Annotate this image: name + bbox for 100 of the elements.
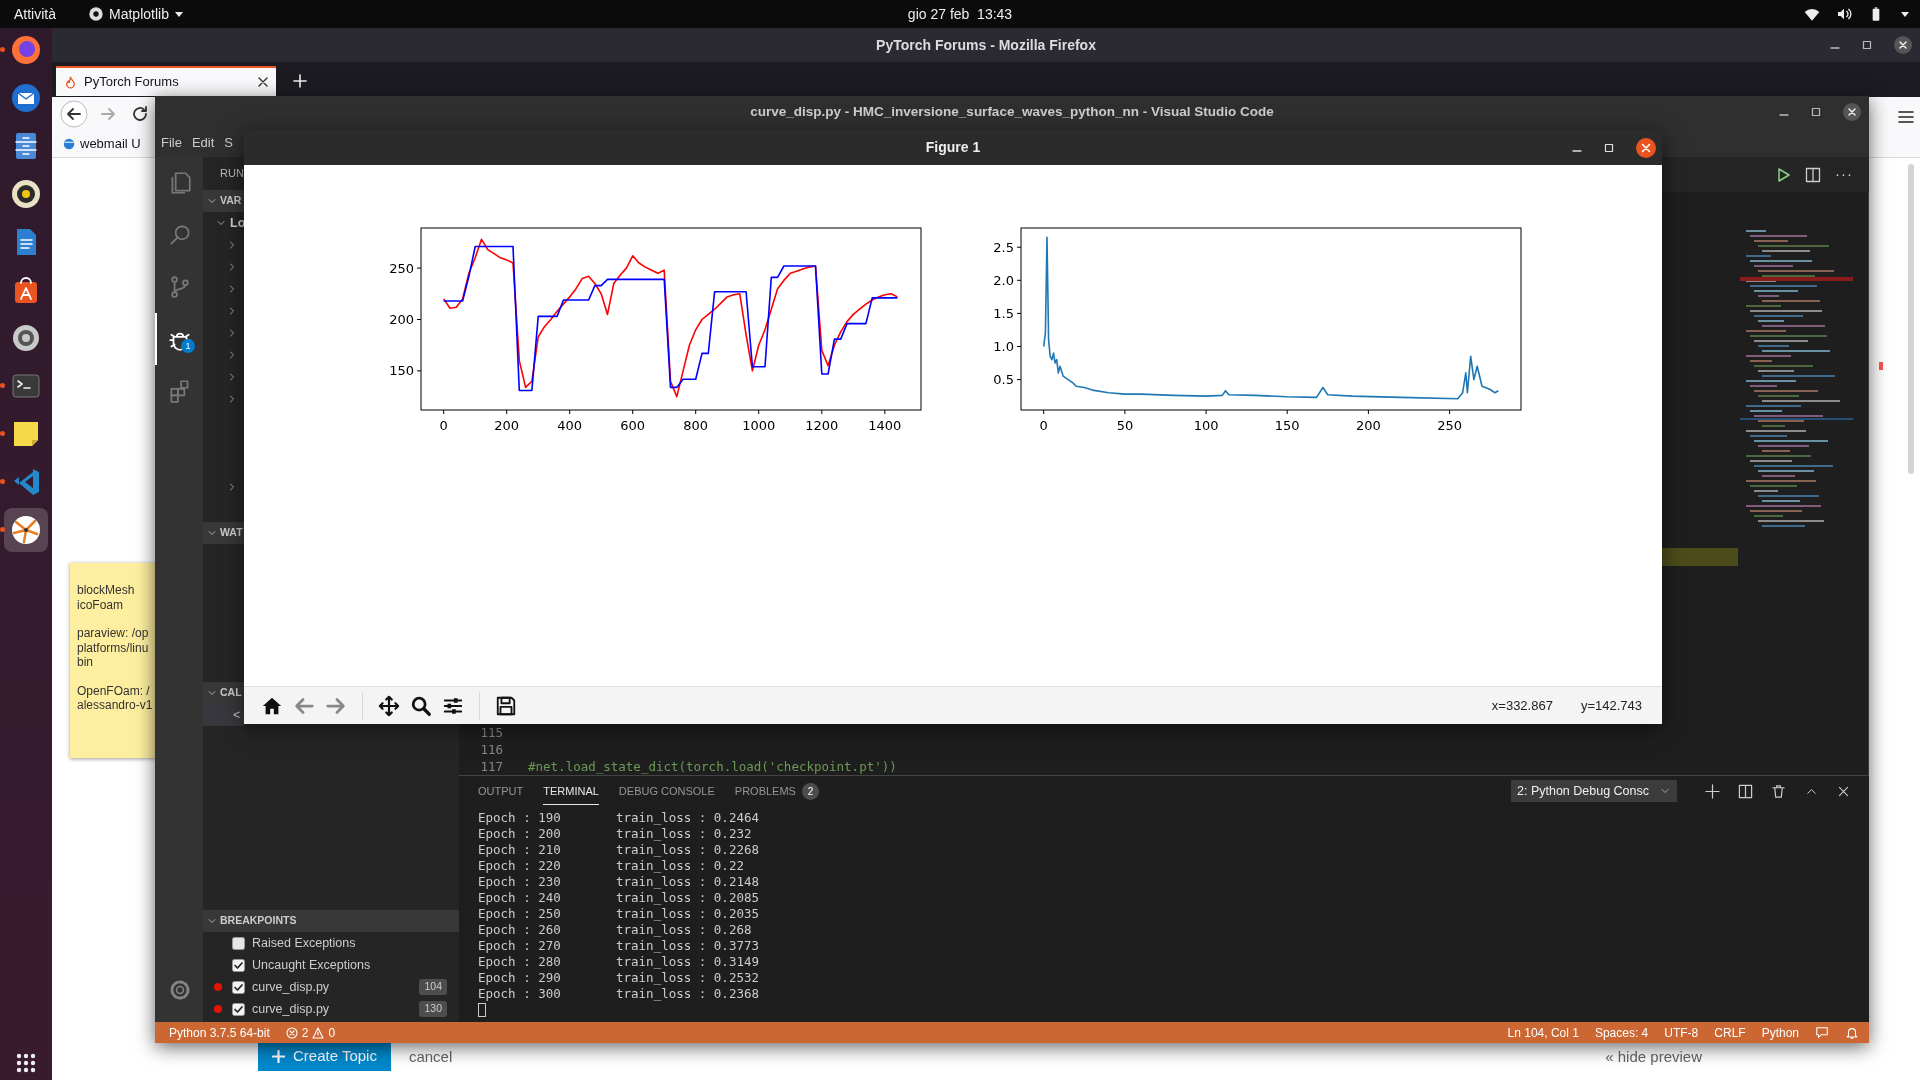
flame-icon <box>64 75 77 89</box>
section-header[interactable]: VAR <box>203 190 244 212</box>
count-badge: 2 <box>801 782 819 800</box>
save-icon[interactable] <box>495 694 517 717</box>
split-editor-icon[interactable] <box>1805 166 1821 183</box>
restore-icon[interactable] <box>1862 40 1872 50</box>
plus-icon[interactable] <box>1705 783 1720 799</box>
coordinate-readout: x=332.867 <box>1491 696 1553 715</box>
create-topic-button[interactable]: Create Topic <box>258 1042 391 1071</box>
close-icon[interactable] <box>1894 36 1912 54</box>
terminal-cursor <box>478 1003 486 1017</box>
warning-icon <box>312 1026 325 1039</box>
menu-item[interactable]: S <box>224 132 234 153</box>
new-tab-icon[interactable] <box>292 73 308 89</box>
split-icon[interactable] <box>1738 783 1753 799</box>
menu-item[interactable]: File <box>161 132 182 153</box>
app-menu[interactable]: Matplotlib <box>84 3 188 25</box>
tick-label: 0.5 <box>993 372 1014 388</box>
line-number: 130 <box>419 1001 447 1017</box>
note-text: icoFoam <box>77 597 124 612</box>
interpreter-status[interactable]: Python 3.7.5 64-bit <box>169 1023 270 1042</box>
maximize-icon[interactable] <box>1604 142 1614 153</box>
status-item[interactable]: Ln 104, Col 1 <box>1507 1023 1579 1042</box>
line-number: 117 <box>479 758 503 775</box>
breakpoint-dot <box>213 982 223 992</box>
tick-label: 800 <box>683 418 709 433</box>
tick-label: 0 <box>439 418 448 433</box>
tick-label: 1200 <box>805 418 839 433</box>
volume-icon <box>1836 6 1852 22</box>
clock[interactable]: gio 27 feb 13:43 <box>903 3 1017 25</box>
gear-icon <box>10 322 42 354</box>
app-grid-icon[interactable] <box>15 1052 37 1074</box>
mail-icon <box>10 82 42 114</box>
menu-item[interactable]: Edit <box>191 132 215 153</box>
play-icon[interactable] <box>1775 166 1791 183</box>
checkbox[interactable] <box>232 980 245 994</box>
breakpoint-label: curve_disp.py <box>252 1000 331 1018</box>
status-item[interactable]: Spaces: 4 <box>1594 1023 1649 1042</box>
close-icon[interactable] <box>1837 784 1850 798</box>
checkbox[interactable] <box>232 1002 245 1016</box>
tick-label: 150 <box>389 363 414 379</box>
tick-label: 1400 <box>868 418 902 433</box>
tick-label: 200 <box>389 312 414 327</box>
hide-preview-link[interactable]: « hide preview <box>1605 1042 1702 1069</box>
error-count[interactable]: 2 <box>301 1023 309 1042</box>
browser-tab[interactable]: PyTorch Forums <box>56 66 276 96</box>
close-icon[interactable] <box>258 77 268 87</box>
terminal-text: train_loss : 0.2532 <box>616 970 759 986</box>
section-header[interactable]: BREAKPOINTS <box>203 910 459 932</box>
panel-tab[interactable]: OUTPUT <box>478 776 524 806</box>
terminal-text: train_loss : 0.268 <box>616 922 752 938</box>
line-number: 115 <box>479 724 503 741</box>
tick-label: 250 <box>1437 418 1462 433</box>
activities-button[interactable]: Attività <box>10 3 60 25</box>
note-text: platforms/linu <box>77 640 150 655</box>
terminal-text: train_loss : 0.2148 <box>616 874 759 890</box>
panel-tab[interactable]: DEBUG CONSOLE <box>618 776 715 806</box>
checkbox[interactable] <box>232 958 245 972</box>
back-icon[interactable] <box>60 99 88 128</box>
maximize-icon[interactable] <box>1811 107 1821 117</box>
tick-label: 200 <box>1356 418 1381 433</box>
search-icon[interactable] <box>410 694 432 717</box>
terminal-text: train_loss : 0.3149 <box>616 954 759 970</box>
panel-tab[interactable]: TERMINAL <box>543 776 599 806</box>
close-icon[interactable] <box>1636 137 1656 158</box>
status-item[interactable]: Python <box>1761 1023 1799 1042</box>
stack-frame[interactable]: < <box>233 705 241 725</box>
warning-count[interactable]: 0 <box>328 1023 336 1042</box>
move-icon[interactable] <box>378 694 400 717</box>
status-item[interactable]: CRLF <box>1714 1023 1746 1042</box>
tick-label: 2.5 <box>993 239 1014 255</box>
cancel-link[interactable]: cancel <box>408 1042 453 1069</box>
checkbox[interactable] <box>232 936 245 950</box>
terminal-select[interactable]: 2: Python Debug Consc <box>1511 780 1677 802</box>
breakpoint-label: Raised Exceptions <box>252 934 357 952</box>
section-header[interactable]: WAT <box>203 522 244 544</box>
bell-icon[interactable] <box>1845 1025 1859 1040</box>
panel-tab[interactable]: PROBLEMS 2 <box>734 776 819 806</box>
terminal-text: train_loss : 0.2268 <box>616 842 759 858</box>
terminal-text: Epoch : 260 <box>478 922 562 938</box>
trash-icon[interactable] <box>1771 783 1786 799</box>
terminal-text: Epoch : 300 <box>478 986 562 1002</box>
line-number: 116 <box>479 741 503 758</box>
code-comment: #net.load_state_dict(torch.load('checkpoint.pt')) <box>527 758 897 775</box>
section-header[interactable]: CAL <box>203 682 244 704</box>
more-button[interactable]: ··· <box>1835 163 1853 186</box>
close-icon[interactable] <box>1843 103 1861 121</box>
tick-label: 1.0 <box>993 339 1014 354</box>
terminal-text: train_loss : 0.2085 <box>616 890 759 906</box>
feedback-icon[interactable] <box>1815 1025 1829 1040</box>
gear-icon <box>168 978 192 1002</box>
tick-label: 600 <box>620 418 646 433</box>
tick-label: 1000 <box>742 418 776 433</box>
status-item[interactable]: UTF-8 <box>1664 1023 1699 1042</box>
bookmark-link[interactable]: webmail U <box>62 133 141 154</box>
note-text: OpenFOam: / <box>77 683 151 698</box>
note-text: blockMesh <box>77 583 136 598</box>
menu-icon[interactable] <box>1898 110 1914 124</box>
terminal-text: train_loss : 0.232 <box>616 826 752 842</box>
speaker-icon <box>10 178 42 210</box>
